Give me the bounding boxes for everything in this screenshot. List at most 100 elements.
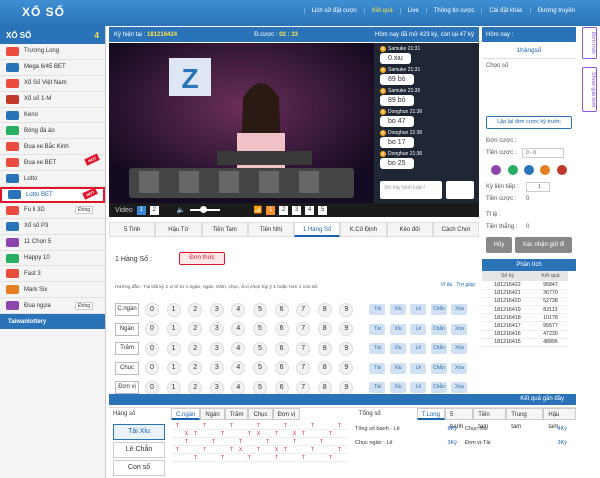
number-ball[interactable]: 8 [317, 361, 332, 376]
number-ball[interactable]: 6 [274, 302, 289, 317]
quick-pick-button[interactable]: Xóa [451, 323, 468, 335]
number-ball[interactable]: 1 [166, 322, 181, 337]
number-ball[interactable]: 6 [274, 341, 289, 356]
number-ball[interactable]: 2 [188, 361, 203, 376]
video-page-5[interactable]: 5 [318, 205, 328, 215]
quick-pick-button[interactable]: Lẻ [410, 382, 427, 394]
quick-pick-button[interactable]: Chẵn [430, 304, 447, 316]
nav-item[interactable]: Lịch sử đặt cược [303, 8, 364, 14]
number-ball[interactable]: 8 [317, 302, 332, 317]
quick-pick-button[interactable]: Chẵn [430, 382, 447, 394]
repeat-last-bet-button[interactable]: Lập lại đơn cược kỳ trước [486, 116, 572, 129]
number-ball[interactable]: 0 [145, 380, 159, 395]
nav-item[interactable]: Kết quả [363, 8, 400, 14]
sidebar-item[interactable]: 11 Chọn 5 [0, 235, 105, 251]
number-ball[interactable]: 7 [296, 361, 311, 376]
number-ball[interactable]: 7 [296, 322, 311, 337]
number-ball[interactable]: 8 [317, 341, 332, 356]
number-ball[interactable]: 4 [231, 380, 246, 395]
sidebar-item-taiwanlottery[interactable]: Taiwanlottery [0, 314, 105, 330]
row-label[interactable]: Trăm [115, 342, 139, 356]
sidebar-item[interactable]: Đua ngựa Đóng [0, 298, 105, 315]
tab-2[interactable]: Tiền Tam [201, 222, 248, 237]
video-page-3[interactable]: 3 [292, 205, 302, 215]
number-ball[interactable]: 7 [296, 302, 311, 317]
quick-pick-button[interactable]: Tài [369, 362, 386, 374]
quick-pick-button[interactable]: Chẵn [430, 362, 447, 374]
number-ball[interactable]: 9 [339, 341, 354, 356]
example-link[interactable]: Ví dụ [441, 282, 453, 288]
analysis-tab[interactable]: Phân tích [482, 259, 576, 271]
sidebar-item[interactable]: Đua xe BET HOT [0, 153, 105, 172]
number-ball[interactable]: 6 [274, 322, 289, 337]
number-ball[interactable]: 4 [231, 322, 246, 337]
sidebar-item[interactable]: Fast 3 [0, 266, 105, 283]
quick-pick-button[interactable]: Xóa [451, 382, 468, 394]
volume-icon[interactable]: 🔈 [177, 206, 186, 214]
video-page-1[interactable]: 1 [266, 205, 276, 215]
video-page-2[interactable]: 2 [279, 205, 289, 215]
number-ball[interactable]: 6 [274, 361, 289, 376]
cancel-button[interactable]: Hủy [486, 237, 512, 253]
number-ball[interactable]: 1 [166, 380, 181, 395]
quick-pick-button[interactable]: Xỉu [389, 304, 406, 316]
number-ball[interactable]: 1 [166, 302, 181, 317]
number-ball[interactable]: 7 [296, 380, 311, 395]
quick-pick-button[interactable]: Xỉu [389, 323, 406, 335]
logo[interactable]: XỔ SỐ [22, 5, 65, 19]
tab-0[interactable]: 5 Tinh [109, 222, 156, 237]
video-source-2[interactable]: 2 [149, 205, 159, 215]
sidebar-item[interactable]: Mega 6/45 BET [0, 60, 105, 76]
video-page-4[interactable]: 4 [305, 205, 315, 215]
trend-mode-tab[interactable]: Tài Xỉu [113, 424, 165, 440]
number-ball[interactable]: 2 [188, 341, 203, 356]
trend-mode-tab[interactable]: Con số [113, 460, 165, 476]
new-bet-tab[interactable]: Đơn mới [582, 27, 597, 59]
stats-tab[interactable]: Hậu tam [543, 408, 576, 430]
position-tab[interactable]: C.ngàn [171, 408, 201, 420]
chip-icon[interactable] [507, 165, 518, 175]
number-ball[interactable]: 0 [145, 341, 159, 356]
row-label[interactable]: Chục [115, 361, 139, 375]
bet-mode-button[interactable]: Đơn thức [179, 252, 225, 265]
number-ball[interactable]: 4 [231, 361, 246, 376]
quick-pick-button[interactable]: Lẻ [410, 343, 427, 355]
number-ball[interactable]: 6 [274, 380, 289, 395]
number-ball[interactable]: 3 [209, 302, 224, 317]
quick-pick-button[interactable]: Xỉu [389, 362, 406, 374]
number-ball[interactable]: 9 [339, 361, 354, 376]
position-tab[interactable]: Đơn vị [272, 408, 301, 420]
number-ball[interactable]: 7 [296, 341, 311, 356]
number-ball[interactable]: 4 [231, 302, 246, 317]
sidebar-item[interactable]: Keno [0, 108, 105, 124]
number-ball[interactable]: 3 [209, 361, 224, 376]
sidebar-item[interactable]: Fu li 3D Đóng [0, 203, 105, 219]
position-tab[interactable]: Ngàn [200, 408, 225, 420]
stats-tab[interactable]: 5 banh [444, 408, 474, 430]
number-ball[interactable]: 8 [317, 380, 332, 395]
nav-item[interactable]: Live [399, 8, 426, 14]
show-prize-tab[interactable]: Show giải kinh [582, 66, 597, 113]
number-ball[interactable]: 1 [166, 361, 181, 376]
tab-7[interactable]: Cách Chơi [432, 222, 479, 237]
quick-pick-button[interactable]: Chẵn [430, 343, 447, 355]
number-ball[interactable]: 9 [339, 302, 354, 317]
stats-tab[interactable]: T.Long [416, 408, 445, 420]
number-ball[interactable]: 0 [145, 322, 159, 337]
recent-results-bar[interactable]: Kết quả gần đây [109, 394, 576, 405]
row-label[interactable]: Đơn vị [115, 381, 139, 395]
number-ball[interactable]: 5 [252, 380, 267, 395]
position-tab[interactable]: Trăm [224, 408, 249, 420]
number-ball[interactable]: 5 [252, 322, 267, 337]
help-link[interactable]: Trợ giúp [456, 282, 475, 288]
sidebar-item[interactable]: Lotto [0, 171, 105, 188]
number-ball[interactable]: 2 [188, 302, 203, 317]
number-ball[interactable]: 0 [145, 361, 159, 376]
tab-6[interactable]: Kèo đôi [386, 222, 433, 237]
quick-pick-button[interactable]: Tài [369, 343, 386, 355]
sidebar-item[interactable]: Trường Long [0, 44, 105, 60]
volume-slider[interactable] [189, 206, 220, 213]
row-label[interactable]: C.ngàn [115, 303, 139, 317]
nav-item[interactable]: Cài đặt khác [481, 8, 529, 14]
number-ball[interactable]: 5 [252, 361, 267, 376]
